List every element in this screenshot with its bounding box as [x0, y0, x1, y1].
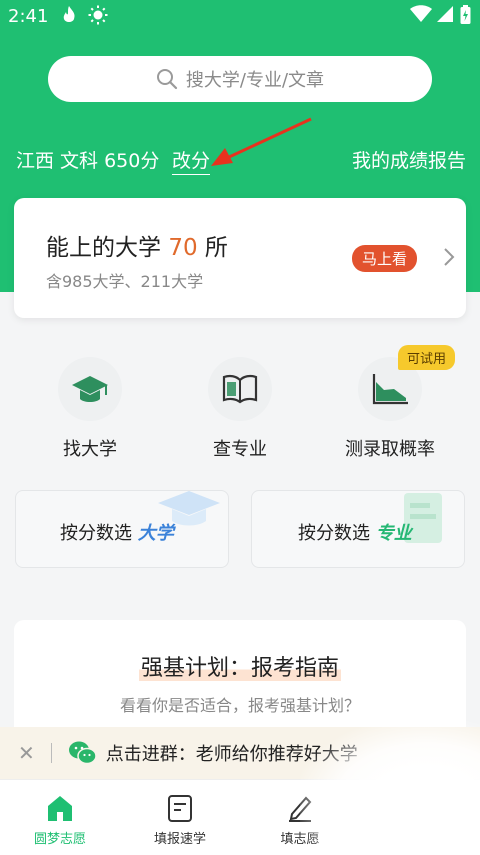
- choose-college-by-score-button[interactable]: 按分数选 大学: [15, 490, 229, 568]
- wifi-icon: [410, 5, 432, 28]
- search-input[interactable]: 搜大学/专业/文章: [48, 56, 432, 102]
- find-college-button[interactable]: 找大学: [30, 357, 150, 461]
- article-subtitle: 看看你是否适合，报考强基计划？: [119, 696, 360, 715]
- search-major-button[interactable]: 查专业: [180, 357, 300, 461]
- search-icon: [156, 69, 178, 90]
- tab-dream-volunteer[interactable]: 圆梦志愿: [0, 792, 120, 847]
- book-icon: [208, 357, 272, 421]
- score-info: 江西 文科 650分: [16, 150, 160, 172]
- pen-icon: [240, 792, 360, 822]
- home-icon: [0, 792, 120, 822]
- banner-text: 点击进群：老师给你推荐好大学: [105, 744, 358, 765]
- flame-icon: [60, 5, 78, 30]
- college-count: 70: [168, 235, 198, 261]
- join-group-banner[interactable]: ✕ 点击进群：老师给你推荐好大学: [0, 727, 480, 779]
- search-placeholder: 搜大学/专业/文章: [185, 70, 325, 91]
- view-now-button[interactable]: 马上看: [352, 245, 418, 272]
- battery-icon: [460, 5, 471, 30]
- wechat-icon: [68, 741, 97, 765]
- highlight-major: 专业: [375, 523, 412, 544]
- divider: [50, 743, 52, 763]
- chevron-right-icon[interactable]: [442, 246, 456, 274]
- status-time: 2:41: [8, 6, 49, 27]
- sun-icon: [88, 5, 108, 30]
- bottom-tab-bar: 圆梦志愿 填报速学 填志愿: [0, 779, 480, 855]
- signal-icon: [436, 5, 454, 28]
- reachable-colleges-card[interactable]: 能上的大学 70 所 含985大学、211大学 马上看: [14, 198, 466, 318]
- tab-quick-learn[interactable]: 填报速学: [120, 792, 240, 847]
- close-icon[interactable]: ✕: [18, 741, 35, 765]
- admission-probability-button[interactable]: 测录取概率: [330, 357, 450, 461]
- graduation-cap-icon: [58, 357, 122, 421]
- highlight-college: 大学: [137, 523, 174, 544]
- score-report-link[interactable]: 我的成绩报告: [352, 146, 466, 173]
- article-title: 强基计划：报考指南: [138, 656, 341, 681]
- notes-icon: [120, 792, 240, 822]
- trial-badge: 可试用: [398, 345, 456, 370]
- card-subtitle: 含985大学、211大学: [46, 272, 204, 291]
- tab-fill-volunteer[interactable]: 填志愿: [240, 792, 360, 847]
- choose-major-by-score-button[interactable]: 按分数选 专业: [251, 490, 465, 568]
- card-title: 能上的大学 70 所: [46, 235, 228, 261]
- status-bar: 2:41: [0, 0, 480, 34]
- annotation-arrow: [211, 117, 312, 166]
